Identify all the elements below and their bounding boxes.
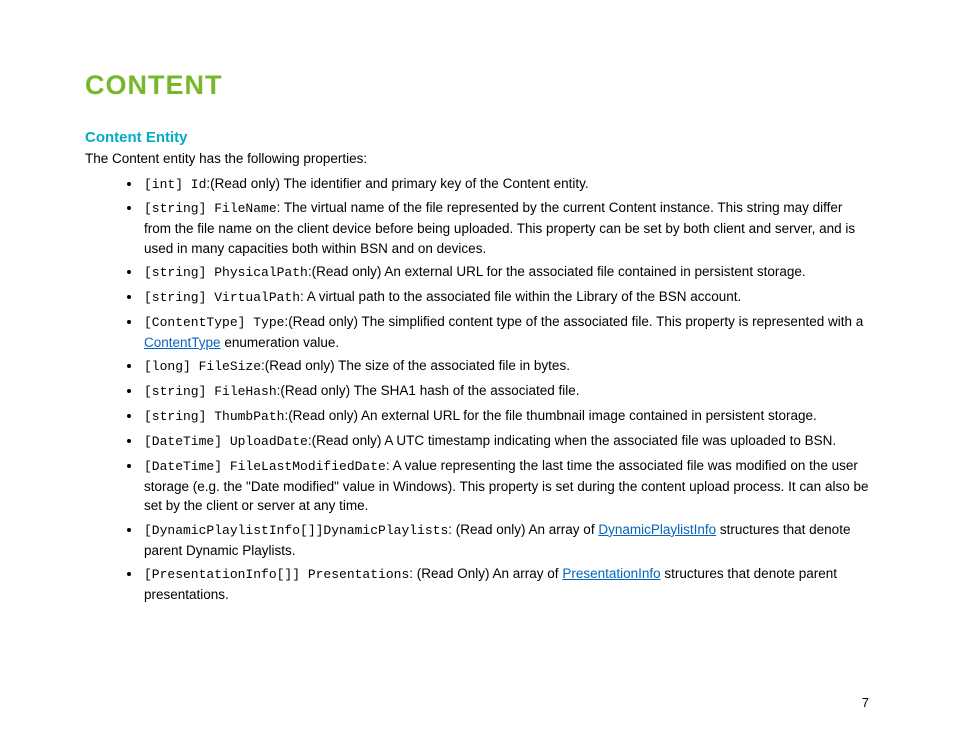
property-signature: [string] ThumbPath bbox=[144, 409, 284, 424]
link-contenttype[interactable]: ContentType bbox=[144, 335, 221, 350]
property-description: :(Read only) A UTC timestamp indicating … bbox=[308, 433, 836, 448]
property-description: :(Read only) An external URL for the fil… bbox=[284, 408, 816, 423]
property-signature: [string] PhysicalPath bbox=[144, 265, 308, 280]
property-description: enumeration value. bbox=[221, 335, 340, 350]
link-presentationinfo[interactable]: PresentationInfo bbox=[562, 566, 660, 581]
list-item: [PresentationInfo[]] Presentations: (Rea… bbox=[142, 564, 869, 604]
property-list: [int] Id:(Read only) The identifier and … bbox=[85, 174, 869, 605]
property-signature: [long] FileSize bbox=[144, 359, 261, 374]
property-description: :(Read only) The SHA1 hash of the associ… bbox=[277, 383, 580, 398]
property-description: :(Read only) An external URL for the ass… bbox=[308, 264, 806, 279]
property-signature: [string] FileName bbox=[144, 201, 277, 216]
list-item: [string] PhysicalPath:(Read only) An ext… bbox=[142, 262, 869, 283]
property-signature: [DateTime] UploadDate bbox=[144, 434, 308, 449]
list-item: [DynamicPlaylistInfo[]]DynamicPlaylists:… bbox=[142, 520, 869, 560]
property-signature: [string] FileHash bbox=[144, 384, 277, 399]
link-dynamicplaylistinfo[interactable]: DynamicPlaylistInfo bbox=[598, 522, 716, 537]
page-number: 7 bbox=[862, 695, 869, 710]
property-description: :(Read only) The identifier and primary … bbox=[206, 176, 588, 191]
property-signature: [string] VirtualPath bbox=[144, 290, 300, 305]
property-description: :(Read only) The simplified content type… bbox=[284, 314, 863, 329]
property-signature: [int] Id bbox=[144, 177, 206, 192]
intro-text: The Content entity has the following pro… bbox=[85, 149, 869, 169]
heading-content: CONTENT bbox=[85, 70, 869, 101]
list-item: [string] VirtualPath: A virtual path to … bbox=[142, 287, 869, 308]
property-signature: [DynamicPlaylistInfo[]]DynamicPlaylists bbox=[144, 523, 448, 538]
list-item: [string] FileName: The virtual name of t… bbox=[142, 198, 869, 258]
property-description: : (Read only) An array of bbox=[448, 522, 598, 537]
property-description: :(Read only) The size of the associated … bbox=[261, 358, 570, 373]
list-item: [string] FileHash:(Read only) The SHA1 h… bbox=[142, 381, 869, 402]
list-item: [DateTime] UploadDate:(Read only) A UTC … bbox=[142, 431, 869, 452]
list-item: [ContentType] Type:(Read only) The simpl… bbox=[142, 312, 869, 352]
property-signature: [PresentationInfo[]] Presentations bbox=[144, 567, 409, 582]
heading-content-entity: Content Entity bbox=[85, 129, 869, 146]
property-description: : A virtual path to the associated file … bbox=[300, 289, 741, 304]
property-signature: [DateTime] FileLastModifiedDate bbox=[144, 459, 386, 474]
property-description: : (Read Only) An array of bbox=[409, 566, 562, 581]
list-item: [string] ThumbPath:(Read only) An extern… bbox=[142, 406, 869, 427]
list-item: [DateTime] FileLastModifiedDate: A value… bbox=[142, 456, 869, 516]
property-signature: [ContentType] Type bbox=[144, 315, 284, 330]
page-content: CONTENT Content Entity The Content entit… bbox=[0, 0, 954, 649]
list-item: [int] Id:(Read only) The identifier and … bbox=[142, 174, 869, 195]
list-item: [long] FileSize:(Read only) The size of … bbox=[142, 356, 869, 377]
